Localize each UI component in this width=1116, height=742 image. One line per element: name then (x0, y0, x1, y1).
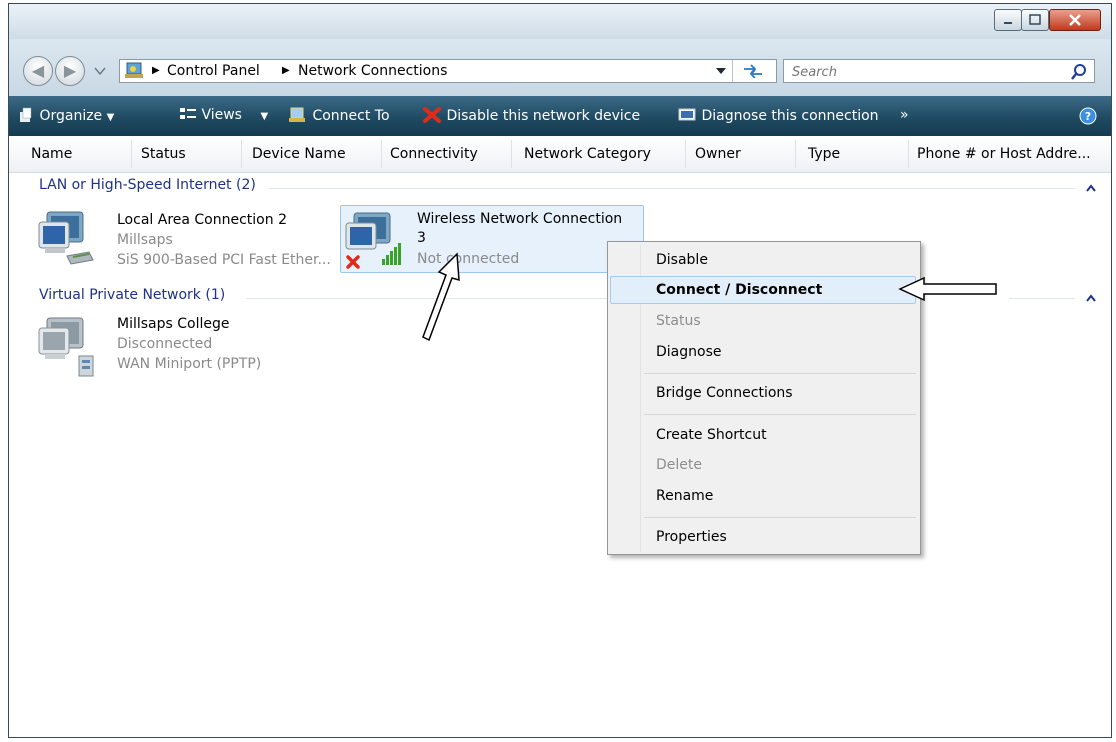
forward-button[interactable]: ▶ (55, 56, 85, 86)
diagnose-connection-button[interactable]: Diagnose this connection (677, 107, 879, 124)
search-input[interactable] (790, 62, 1064, 82)
menu-item-diagnose[interactable]: Diagnose (656, 344, 721, 360)
network-connections-window: ◀ ▶ ▶ Control Panel ▶ Network Connection… (8, 3, 1112, 738)
column-connectivity[interactable]: Connectivity (390, 146, 478, 162)
column-divider[interactable] (381, 140, 382, 168)
menu-item-create-shortcut[interactable]: Create Shortcut (656, 427, 767, 443)
address-row: ◀ ▶ ▶ Control Panel ▶ Network Connection… (9, 39, 1111, 96)
network-computer-icon (38, 211, 94, 265)
views-button[interactable]: Views ▼ (179, 107, 268, 123)
diagnose-icon (678, 108, 696, 121)
column-divider[interactable] (131, 140, 132, 168)
minimize-icon (1004, 22, 1012, 24)
annotation-arrow-up-icon (422, 252, 460, 342)
column-divider[interactable] (241, 140, 242, 168)
search-box[interactable] (783, 59, 1095, 83)
collapse-vpn-icon[interactable] (1085, 294, 1097, 302)
connection-name-line1: Wireless Network Connection (417, 211, 623, 227)
menu-item-disable[interactable]: Disable (656, 252, 708, 268)
connect-to-label: Connect To (312, 108, 390, 124)
list-item-local-area-connection[interactable]: Local Area Connection 2 Millsaps SiS 900… (37, 206, 337, 268)
views-dropdown-icon: ▼ (260, 111, 269, 122)
vpn-computer-icon (38, 317, 94, 377)
disable-device-label: Disable this network device (446, 108, 641, 124)
organize-button[interactable]: Organize ▼ (19, 107, 114, 124)
menu-item-bridge-connections[interactable]: Bridge Connections (656, 385, 793, 401)
forward-arrow-icon: ▶ (63, 61, 77, 80)
control-panel-icon (125, 62, 143, 78)
command-bar: Organize ▼ Views ▼ Connect To Disable th… (9, 96, 1111, 136)
column-network-category[interactable]: Network Category (524, 146, 651, 162)
menu-item-connect-disconnect-highlight[interactable]: Connect / Disconnect (610, 276, 916, 304)
column-owner[interactable]: Owner (695, 146, 741, 162)
group-header-lan[interactable]: LAN or High-Speed Internet (2) (39, 177, 256, 193)
context-menu: Disable Connect / Disconnect Status Diag… (607, 241, 921, 555)
menu-item-connect-disconnect: Connect / Disconnect (656, 282, 823, 298)
search-icon[interactable] (1070, 63, 1088, 81)
column-divider[interactable] (511, 140, 512, 168)
organize-dropdown-icon: ▼ (106, 112, 115, 123)
back-button[interactable]: ◀ (23, 56, 53, 86)
menu-separator (644, 414, 916, 415)
breadcrumb-network-connections[interactable]: Network Connections (298, 63, 447, 79)
group-header-vpn[interactable]: Virtual Private Network (1) (39, 287, 225, 303)
close-icon (1069, 14, 1081, 26)
refresh-button[interactable] (732, 60, 733, 82)
menu-item-status: Status (656, 313, 701, 329)
collapse-lan-icon[interactable] (1085, 184, 1097, 192)
breadcrumb-separator-icon: ▶ (152, 65, 160, 76)
column-divider[interactable] (685, 140, 686, 168)
minimize-button[interactable] (994, 9, 1022, 31)
wireless-computer-icon (345, 212, 401, 269)
menu-item-delete: Delete (656, 457, 702, 473)
help-icon[interactable]: ? (1079, 107, 1097, 125)
recent-pages-chevron-icon[interactable] (93, 66, 107, 76)
menu-separator (644, 517, 916, 518)
menu-item-rename[interactable]: Rename (656, 488, 713, 504)
breadcrumb-separator-icon: ▶ (282, 65, 290, 76)
organize-label: Organize (39, 108, 103, 124)
column-device-name[interactable]: Device Name (252, 146, 346, 162)
maximize-button[interactable] (1021, 9, 1049, 31)
maximize-icon (1029, 14, 1041, 25)
column-status[interactable]: Status (141, 146, 186, 162)
list-item-millsaps-college[interactable]: Millsaps College Disconnected WAN Minipo… (37, 312, 337, 378)
red-x-icon (423, 107, 441, 123)
connection-name: Millsaps College (117, 316, 230, 332)
back-arrow-icon: ◀ (31, 61, 45, 80)
group-divider (269, 188, 1075, 189)
annotation-arrow-left-icon (898, 276, 997, 302)
column-divider[interactable] (908, 140, 909, 168)
menu-item-properties[interactable]: Properties (656, 529, 727, 545)
organize-icon (20, 107, 32, 122)
connection-name: Local Area Connection 2 (117, 212, 287, 228)
views-label: Views (201, 107, 242, 123)
column-header-row: Name Status Device Name Connectivity Net… (9, 136, 1111, 173)
list-item-wireless-network-connection[interactable]: Wireless Network Connection 3 Not connec… (340, 205, 644, 273)
more-commands-button[interactable]: » (900, 107, 909, 123)
views-icon (180, 108, 196, 119)
connection-device: SiS 900-Based PCI Fast Ether... (117, 252, 331, 268)
dropdown-arrow-icon[interactable] (716, 68, 726, 75)
title-bar (9, 4, 1111, 39)
menu-separator (644, 373, 916, 374)
connection-status: Disconnected (117, 336, 213, 352)
column-phone-host[interactable]: Phone # or Host Addre... (917, 146, 1091, 162)
breadcrumb-control-panel[interactable]: Control Panel (167, 63, 260, 79)
address-bar[interactable]: ▶ Control Panel ▶ Network Connections (119, 59, 777, 83)
close-button[interactable] (1049, 9, 1101, 31)
connection-status: Millsaps (117, 232, 173, 248)
connection-device: WAN Miniport (PPTP) (117, 356, 262, 372)
group-divider (1009, 298, 1075, 299)
connect-to-button[interactable]: Connect To (288, 107, 390, 124)
svg-text:?: ? (1085, 110, 1091, 123)
column-type[interactable]: Type (808, 146, 840, 162)
diagnose-connection-label: Diagnose this connection (701, 108, 879, 124)
column-name[interactable]: Name (31, 146, 72, 162)
disable-device-button[interactable]: Disable this network device (422, 107, 640, 124)
connect-to-icon (289, 107, 305, 122)
refresh-icon[interactable] (742, 64, 764, 78)
column-divider[interactable] (795, 140, 796, 168)
